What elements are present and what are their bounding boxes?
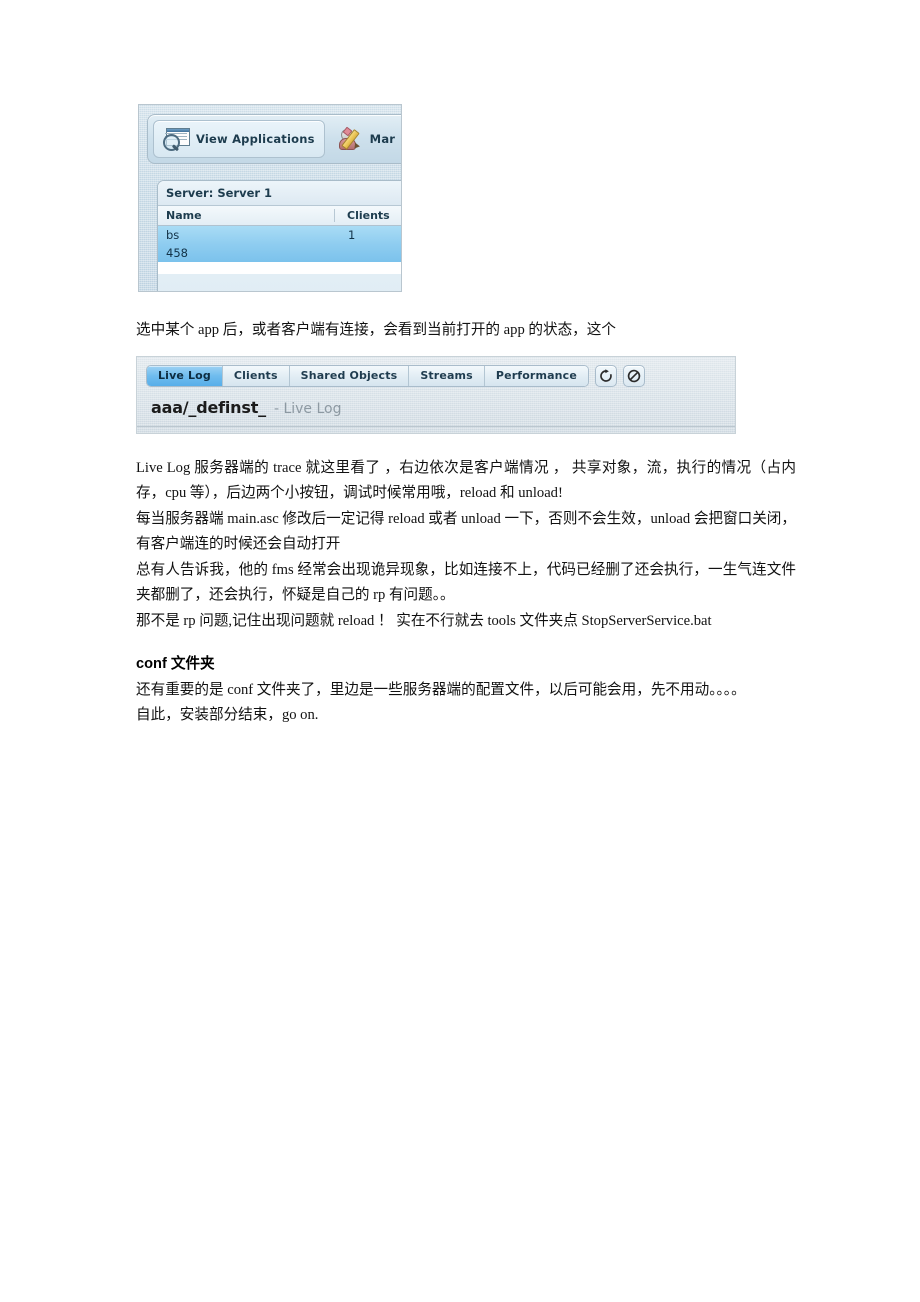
- screenshot-admin-console: View Applications Mar Server: Server 1 N…: [138, 104, 402, 292]
- table-row[interactable]: 458: [158, 244, 401, 262]
- applications-panel: Server: Server 1 Name Clients bs 1 458: [157, 180, 401, 291]
- user-pencil-icon: [338, 126, 363, 151]
- tab-clients[interactable]: Clients: [222, 365, 290, 386]
- document-content: View Applications Mar Server: Server 1 N…: [136, 104, 796, 729]
- paragraph-live-log-description: Live Log 服务器端的 trace 就这里看了 ，右边依次是客户端情况 ，…: [136, 459, 796, 502]
- paragraph-closing: 自此，安装部分结束，go on.: [136, 707, 319, 723]
- inspector-tab-bar: Live Log Clients Shared Objects Streams …: [146, 364, 645, 387]
- view-applications-button[interactable]: View Applications: [153, 120, 325, 158]
- console-toolbar: View Applications Mar: [147, 114, 401, 164]
- paragraph-intro: 选中某个 app 后，或者客户端有连接，会看到当前打开的 app 的状态，这个: [136, 322, 616, 338]
- tab-streams[interactable]: Streams: [409, 365, 485, 386]
- application-view-subtitle: - Live Log: [273, 400, 342, 417]
- document-page: View Applications Mar Server: Server 1 N…: [0, 0, 920, 1302]
- server-selector-label: Server: Server 1: [166, 186, 273, 200]
- screenshot-live-log: Live Log Clients Shared Objects Streams …: [136, 355, 736, 434]
- cell-name: 458: [166, 246, 188, 260]
- paragraph-conf-folder: 还有重要的是 conf 文件夹了，里边是一些服务器端的配置文件，以后可能会用，先…: [136, 681, 746, 698]
- header-divider: [137, 425, 735, 427]
- paragraph-fms-issues: 总有人告诉我，他的 fms 经常会出现诡异现象，比如连接不上，代码已经删了还会执…: [136, 561, 796, 604]
- manage-users-label: Mar: [369, 132, 396, 146]
- no-entry-icon: [627, 369, 641, 382]
- inspector-header: aaa/_definst_ - Live Log: [151, 398, 342, 417]
- applications-table-header: Name Clients: [158, 206, 401, 226]
- table-row[interactable]: bs 1: [158, 226, 401, 244]
- tab-live-log[interactable]: Live Log: [147, 365, 223, 386]
- tab-shared-objects[interactable]: Shared Objects: [289, 365, 410, 386]
- server-selector[interactable]: Server: Server 1: [158, 181, 401, 206]
- refresh-icon: [600, 368, 612, 382]
- tab-performance[interactable]: Performance: [484, 365, 588, 386]
- view-applications-label: View Applications: [196, 132, 315, 146]
- column-header-clients[interactable]: Clients: [335, 209, 401, 222]
- paragraph-stop-server-service: 那不是 rp 问题,记住出现问题就 reload ！ 实在不行就去 tools …: [136, 612, 712, 629]
- cell-clients: 1: [348, 228, 356, 242]
- cell-name: bs: [166, 228, 180, 242]
- reload-button[interactable]: [594, 364, 617, 387]
- tab-group: Live Log Clients Shared Objects Streams …: [146, 364, 589, 387]
- manage-users-button[interactable]: Mar: [330, 120, 401, 158]
- column-header-name[interactable]: Name: [158, 209, 335, 222]
- heading-conf-folder: conf 文件夹: [136, 656, 215, 672]
- window-magnifier-icon: [163, 128, 190, 151]
- unload-button[interactable]: [622, 364, 645, 387]
- table-row-empty: [158, 262, 401, 274]
- paragraph-reload-unload: 每当服务器端 main.asc 修改后一定记得 reload 或者 unload…: [136, 510, 796, 553]
- application-instance-title: aaa/_definst_: [151, 397, 266, 417]
